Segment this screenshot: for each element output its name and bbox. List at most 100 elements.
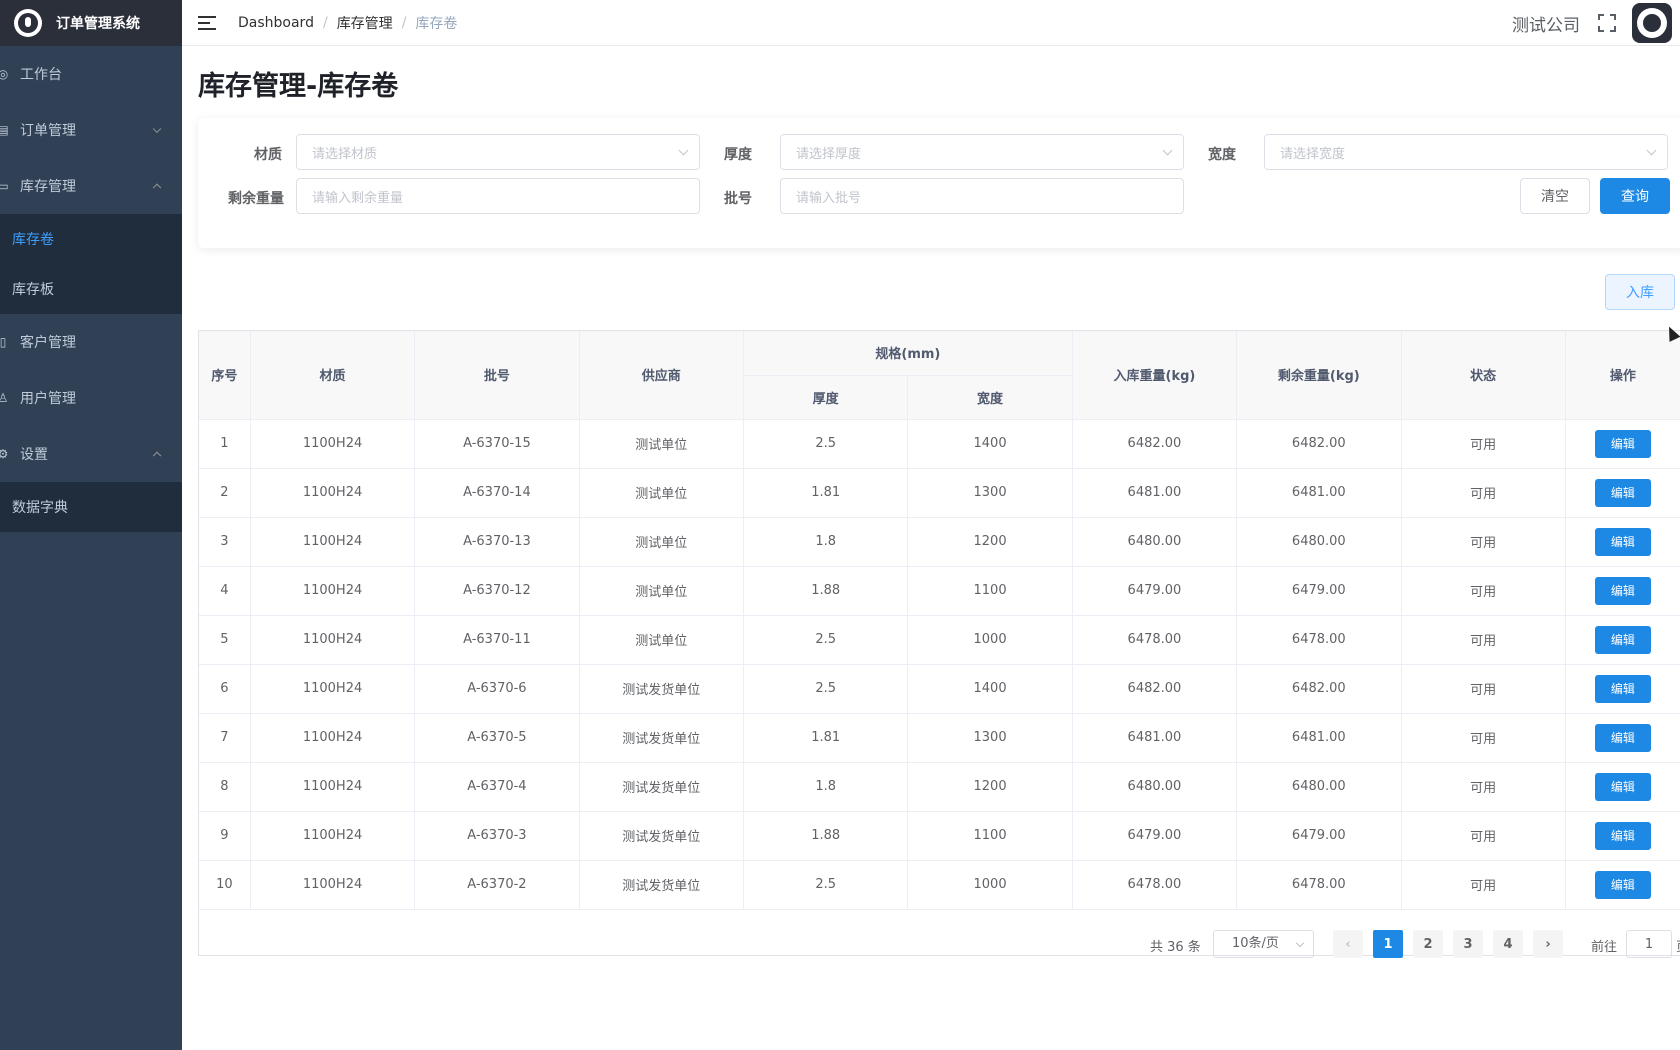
cell-thickness: 2.5 [743,860,909,910]
cell-material: 1100H24 [250,664,416,714]
cell-index: 3 [199,517,251,567]
inventory-submenu: 库存卷 库存板 [0,214,182,314]
cell-supplier: 测试单位 [579,468,744,518]
cell-batch: A-6370-12 [414,566,580,616]
cell-batch: A-6370-6 [414,664,580,714]
goto-page-input[interactable]: 1 [1626,930,1672,958]
column-header-in-weight: 入库重量(kg) [1072,331,1238,420]
sidebar-item-label: 库存卷 [12,232,54,248]
sidebar-item-data-dictionary[interactable]: 数据字典 [0,482,182,532]
cell-in-weight: 6478.00 [1072,615,1238,665]
column-header-status: 状态 [1401,331,1566,420]
page-button-1[interactable]: 1 [1373,930,1403,958]
cell-action: 编辑 [1565,762,1680,812]
cell-width: 1400 [907,419,1073,469]
app-logo [14,9,42,37]
material-select[interactable]: 请选择材质 [296,134,700,170]
cell-width: 1300 [907,468,1073,518]
cell-supplier: 测试发货单位 [579,811,744,861]
edit-button[interactable]: 编辑 [1594,723,1651,752]
hamburger-icon[interactable] [198,15,216,30]
cell-status: 可用 [1401,517,1566,567]
sidebar-item-users[interactable]: ♙ 用户管理 [0,370,182,426]
table-row: 4 1100H24 A-6370-12 测试单位 1.88 1100 6479.… [199,566,1680,616]
breadcrumb-inventory[interactable]: 库存管理 [337,13,393,33]
cell-in-weight: 6478.00 [1072,860,1238,910]
pagination: 共 36 条 10条/页 ‹ 1 2 3 4 › 前往 1 页 [182,930,1680,960]
edit-button[interactable]: 编辑 [1594,821,1651,850]
cell-batch: A-6370-3 [414,811,580,861]
fullscreen-icon[interactable] [1598,14,1616,32]
cell-in-weight: 6481.00 [1072,713,1238,763]
chevron-down-icon [1295,938,1305,948]
breadcrumb-dashboard[interactable]: Dashboard [238,15,314,31]
cell-width: 1200 [907,762,1073,812]
edit-button[interactable]: 编辑 [1594,576,1651,605]
cell-width: 1000 [907,615,1073,665]
page-size-select[interactable]: 10条/页 [1213,930,1314,958]
user-icon: ♙ [0,391,9,405]
data-table: 序号 材质 批号 供应商 规格(mm) 入库重量(kg) 剩余重量(kg) 状态… [199,331,1680,910]
chevron-up-icon [152,183,162,193]
cell-material: 1100H24 [250,811,416,861]
breadcrumb-separator: / [401,14,407,31]
cell-index: 1 [199,419,251,469]
company-name: 测试公司 [1512,15,1580,36]
sidebar: 订单管理系统 ◎ 工作台 ▤ 订单管理 ▭ 库存管理 库存卷 库存板 ▯ 客户管… [0,0,182,1050]
logo-bar: 订单管理系统 [0,0,182,46]
cell-remaining-weight: 6481.00 [1236,713,1402,763]
sidebar-item-stock-coil[interactable]: 库存卷 [0,214,182,264]
sidebar-item-customers[interactable]: ▯ 客户管理 [0,314,182,370]
chevron-up-icon [152,451,162,461]
sidebar-item-dashboard[interactable]: ◎ 工作台 [0,46,182,102]
width-select[interactable]: 请选择宽度 [1264,134,1668,170]
edit-button[interactable]: 编辑 [1594,870,1651,899]
remaining-weight-input[interactable]: 请输入剩余重量 [296,178,700,214]
stock-in-button[interactable]: 入库 [1605,274,1675,310]
chevron-down-icon [152,124,162,134]
cell-batch: A-6370-14 [414,468,580,518]
sidebar-item-orders[interactable]: ▤ 订单管理 [0,102,182,158]
cell-width: 1100 [907,811,1073,861]
page-button-3[interactable]: 3 [1453,930,1483,958]
table-row: 9 1100H24 A-6370-3 测试发货单位 1.88 1100 6479… [199,811,1680,861]
page-button-2[interactable]: 2 [1413,930,1443,958]
cell-remaining-weight: 6480.00 [1236,517,1402,567]
cell-action: 编辑 [1565,860,1680,910]
sidebar-item-label: 库存管理 [20,179,76,195]
sidebar-item-label: 订单管理 [20,123,76,139]
sidebar-item-label: 设置 [20,447,48,463]
column-header-index: 序号 [199,331,251,420]
breadcrumb-separator: / [322,14,328,31]
edit-button[interactable]: 编辑 [1594,674,1651,703]
next-page-button[interactable]: › [1533,930,1563,958]
pagination-total: 共 36 条 [1150,940,1201,955]
search-button[interactable]: 查询 [1600,178,1670,214]
column-header-thickness: 厚度 [743,375,909,420]
sidebar-item-stock-plate[interactable]: 库存板 [0,264,182,314]
cell-material: 1100H24 [250,713,416,763]
edit-button[interactable]: 编辑 [1594,478,1651,507]
clear-button[interactable]: 清空 [1520,178,1590,214]
filter-card: 材质 请选择材质 厚度 请选择厚度 宽度 请选择宽度 剩余重量 请输入剩余重量 … [198,118,1680,248]
cell-index: 9 [199,811,251,861]
cell-supplier: 测试单位 [579,566,744,616]
edit-button[interactable]: 编辑 [1594,429,1651,458]
page-button-4[interactable]: 4 [1493,930,1523,958]
cell-batch: A-6370-2 [414,860,580,910]
edit-button[interactable]: 编辑 [1594,527,1651,556]
sidebar-item-settings[interactable]: ⚙ 设置 [0,426,182,482]
cell-material: 1100H24 [250,517,416,567]
cell-status: 可用 [1401,468,1566,518]
batch-input[interactable]: 请输入批号 [780,178,1184,214]
edit-button[interactable]: 编辑 [1594,772,1651,801]
sidebar-item-inventory[interactable]: ▭ 库存管理 [0,158,182,214]
prev-page-button[interactable]: ‹ [1333,930,1363,958]
cell-action: 编辑 [1565,517,1680,567]
cell-thickness: 1.88 [743,811,909,861]
avatar[interactable] [1632,3,1672,43]
thickness-select[interactable]: 请选择厚度 [780,134,1184,170]
cell-status: 可用 [1401,811,1566,861]
sidebar-item-label: 数据字典 [12,500,68,516]
edit-button[interactable]: 编辑 [1594,625,1651,654]
